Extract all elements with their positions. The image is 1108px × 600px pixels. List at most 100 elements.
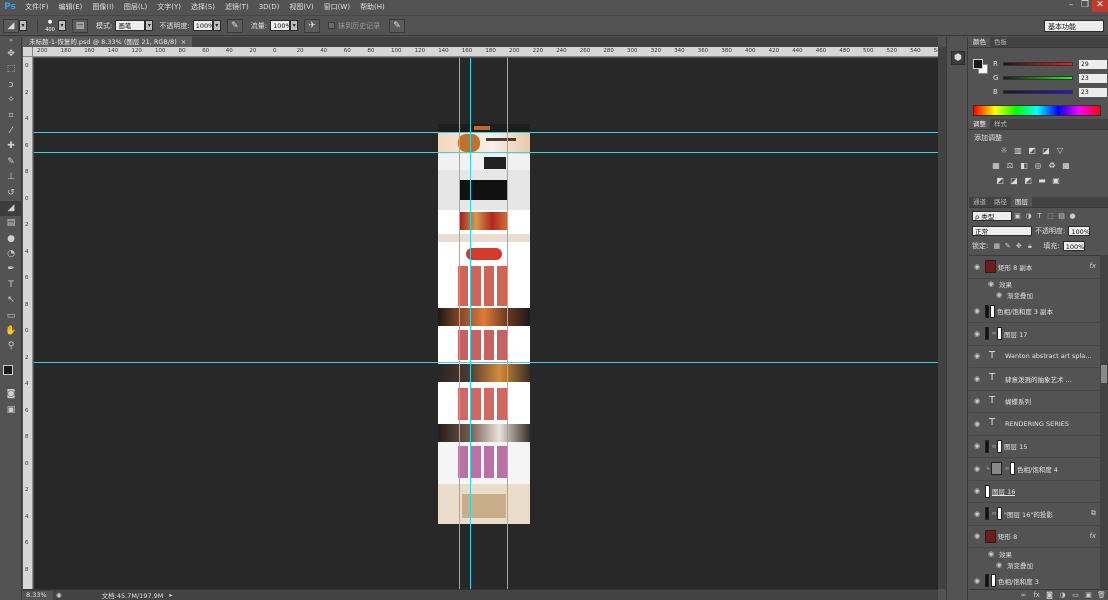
layer-effects-icon[interactable]: fx [1089, 532, 1096, 540]
color-balance-icon[interactable]: ⚖ [1003, 160, 1017, 172]
layer-effect-row[interactable]: ◉ 效果 [969, 279, 1100, 290]
layer-row[interactable]: ◉ 色相/饱和度 3 [969, 570, 1100, 589]
add-style-icon[interactable]: fx [1030, 591, 1043, 599]
status-menu-arrow-icon[interactable]: ▸ [169, 591, 172, 599]
foreground-color-swatch[interactable] [3, 365, 13, 375]
filter-smart-object-icon[interactable]: ▤ [1056, 211, 1067, 221]
guide-horizontal[interactable] [34, 132, 938, 133]
menu-view[interactable]: 视图(V) [284, 0, 318, 15]
layer-row[interactable]: ◉ T RENDERING SERIES [969, 413, 1100, 436]
color-spectrum[interactable] [973, 105, 1101, 116]
airbrush-icon[interactable]: ✈ [304, 18, 321, 33]
blue-slider[interactable] [1003, 90, 1073, 94]
guide-vertical[interactable] [459, 58, 460, 589]
tab-adjustments[interactable]: 调整 [969, 119, 990, 129]
brush-panel-toggle-icon[interactable]: ▤ [72, 18, 88, 33]
visibility-eye-icon[interactable]: ◉ [969, 352, 985, 360]
visibility-eye-icon[interactable]: ◉ [969, 263, 985, 271]
tab-styles[interactable]: 样式 [990, 119, 1011, 129]
tab-paths[interactable]: 路径 [990, 197, 1011, 207]
dodge-tool-icon[interactable]: ◔ [0, 247, 22, 262]
fill-field[interactable]: 100% [1062, 241, 1085, 251]
red-slider[interactable] [1003, 62, 1073, 66]
menu-layer[interactable]: 图层(L) [119, 0, 152, 15]
visibility-eye-icon[interactable]: ◉ [969, 577, 985, 585]
visibility-eye-icon[interactable]: ◉ [969, 307, 985, 315]
minimize-icon[interactable]: – [1064, 0, 1078, 12]
brush-tool-icon[interactable]: ✎ [0, 155, 22, 170]
lock-position-icon[interactable]: ✥ [1013, 241, 1024, 251]
filter-adjustment-icon[interactable]: ◑ [1023, 211, 1034, 221]
visibility-eye-icon[interactable]: ◉ [969, 510, 985, 518]
layer-row[interactable]: ◉ ∞ 图层 15 [969, 436, 1100, 458]
gradient-map-icon[interactable]: ▬ [1035, 175, 1049, 187]
visibility-eye-icon[interactable]: ◉ [983, 280, 999, 288]
mode-dropdown-arrow[interactable]: ▾ [145, 20, 154, 31]
ruler-origin[interactable] [23, 47, 33, 57]
visibility-eye-icon[interactable]: ◉ [991, 291, 1007, 299]
visibility-eye-icon[interactable]: ◉ [969, 532, 985, 540]
horizontal-ruler[interactable]: 200 180 160 140 120 100 80 60 40 20 0 20 40 60 80 100 12… [33, 47, 938, 57]
tab-swatches[interactable]: 色板 [990, 37, 1011, 47]
canvas-area[interactable] [34, 58, 938, 589]
guide-vertical[interactable] [507, 58, 508, 589]
color-swatches[interactable] [3, 365, 19, 381]
lock-transparent-icon[interactable]: ▦ [991, 241, 1002, 251]
type-tool-icon[interactable]: T [0, 278, 22, 293]
preset-dropdown-arrow[interactable]: ▾ [19, 20, 27, 31]
layer-opacity-field[interactable]: 100% [1068, 226, 1091, 236]
tab-close-icon[interactable]: × [181, 38, 186, 46]
opacity-dropdown-arrow[interactable]: ▾ [212, 20, 221, 31]
layer-row[interactable]: ◉ ∞ "图层 16"的投影 ⧉ [969, 503, 1100, 526]
visibility-eye-icon[interactable]: ◉ [983, 550, 999, 558]
link-layers-icon[interactable]: ∞ [1017, 591, 1030, 599]
pressure-opacity-icon[interactable]: ✎ [226, 18, 243, 33]
menu-image[interactable]: 图像(I) [87, 0, 119, 15]
visibility-eye-icon[interactable]: ◉ [991, 561, 1007, 569]
rectangle-tool-icon[interactable]: ▭ [0, 309, 22, 324]
move-tool-icon[interactable]: ✥ [0, 47, 22, 62]
quick-mask-icon[interactable]: ◙ [0, 387, 22, 402]
gradient-tool-icon[interactable]: ▤ [0, 216, 22, 231]
layer-row[interactable]: ◉ ↳ ∞ 色相/饱和度 4 [969, 458, 1100, 481]
flow-dropdown-arrow[interactable]: ▾ [290, 20, 299, 31]
exposure-icon[interactable]: ◪ [1039, 145, 1053, 157]
visibility-eye-icon[interactable]: ◉ [969, 375, 985, 383]
layer-row[interactable]: ◉ ∞ 图层 17 [969, 323, 1100, 346]
visibility-eye-icon[interactable]: ◉ [969, 442, 985, 450]
tools-collapse-icon[interactable]: » [0, 37, 22, 47]
erase-to-history-option[interactable]: 抹到历史记录 [328, 21, 383, 31]
visibility-eye-icon[interactable]: ◉ [969, 397, 985, 405]
vertical-ruler[interactable]: 0 2 4 6 8 0 2 4 6 8 0 2 4 6 8 0 2 4 6 8 [23, 57, 33, 590]
tab-layers[interactable]: 图层 [1011, 197, 1032, 207]
lasso-tool-icon[interactable]: ↄ [0, 78, 22, 93]
layer-row[interactable]: ◉ 图层 16 [969, 481, 1100, 503]
layer-filter-select[interactable]: ρ 类型 [972, 211, 1012, 221]
blend-mode-select[interactable]: 正常 [972, 226, 1032, 236]
delete-layer-icon[interactable]: 🗑︎ [1095, 591, 1108, 599]
add-mask-icon[interactable]: ◙ [1043, 591, 1056, 599]
visibility-eye-icon[interactable]: ◉ [969, 465, 985, 473]
layer-row[interactable]: ◉ T 肆意泼溅的抽象艺术 ... [969, 368, 1100, 391]
layer-effect-row[interactable]: ◉ 渐变叠加 [969, 559, 1100, 570]
channel-mixer-icon[interactable]: ♻ [1045, 160, 1059, 172]
photo-filter-icon[interactable]: ◎ [1031, 160, 1045, 172]
guide-horizontal[interactable] [34, 362, 938, 363]
selective-color-icon[interactable]: ▣ [1049, 175, 1063, 187]
canvas-vertical-scrollbar[interactable] [938, 47, 946, 589]
workspace-select[interactable]: 基本功能 [1044, 20, 1104, 32]
levels-icon[interactable]: ▥ [1011, 145, 1025, 157]
history-brush-tool-icon[interactable]: ↺ [0, 186, 22, 201]
eraser-tool-icon[interactable]: ◢ [0, 200, 22, 217]
eyedropper-tool-icon[interactable]: ⁄ [0, 124, 22, 139]
layer-row[interactable]: ◉ T Wanton abstract art spla... [969, 346, 1100, 368]
color-panel-foreground-swatch[interactable] [973, 59, 983, 69]
layer-row[interactable]: ◉ 矩形 8 副本 fx [969, 256, 1100, 279]
visibility-eye-icon[interactable]: ◉ [969, 330, 985, 338]
menu-file[interactable]: 文件(F) [20, 0, 54, 15]
black-white-icon[interactable]: ◧ [1017, 160, 1031, 172]
filter-pixel-icon[interactable]: ▣ [1012, 211, 1023, 221]
healing-brush-tool-icon[interactable]: ✚ [0, 139, 22, 154]
path-select-tool-icon[interactable]: ↖ [0, 293, 22, 308]
menu-help[interactable]: 帮助(H) [355, 0, 390, 15]
